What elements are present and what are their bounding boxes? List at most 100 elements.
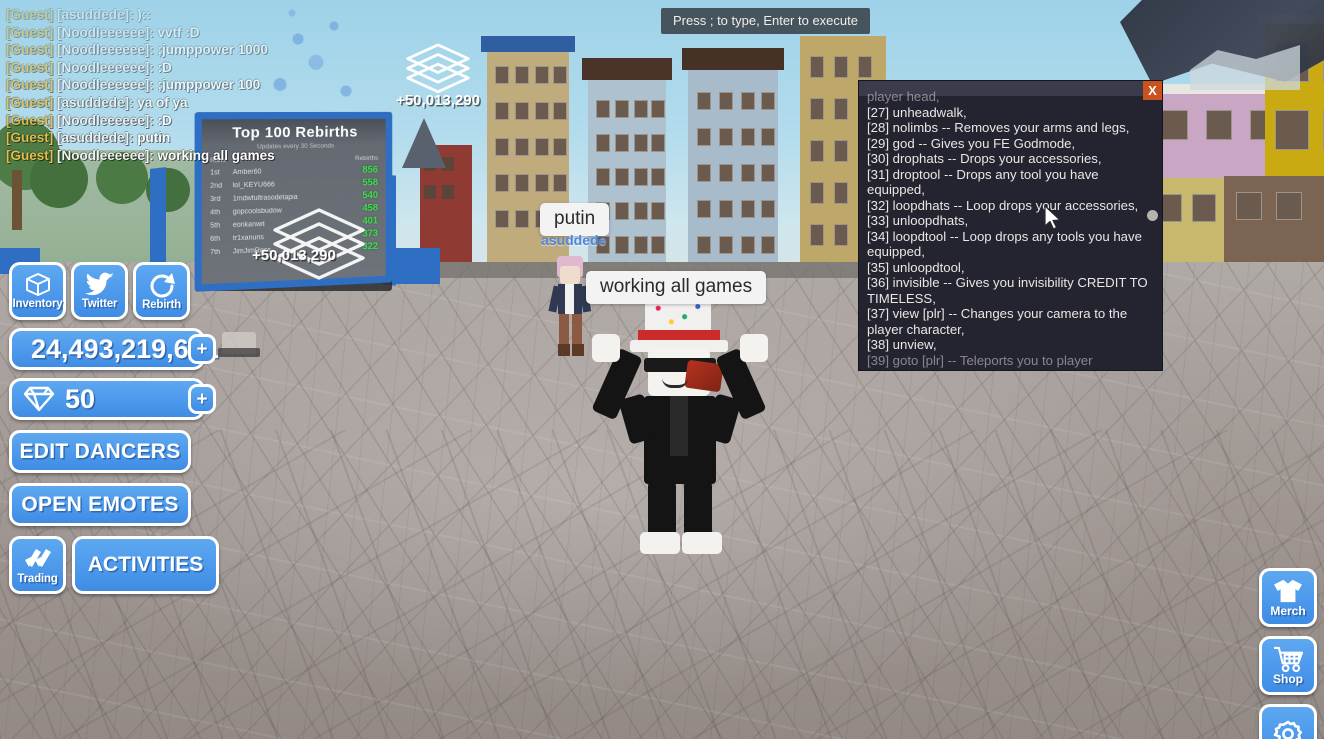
chat-username: [Noodleeeeee]: [57, 24, 158, 40]
sign-cash-popup: +50,013,290 [252, 247, 336, 264]
chat-message: [Guest] [Noodleeeeee]: :D [6, 59, 426, 77]
blue-block [394, 248, 440, 284]
command-hint-banner: Press ; to type, Enter to execute [661, 8, 870, 34]
chat-message: [Guest] [Noodleeeeee]: :D [6, 112, 426, 130]
chat-tag: [Guest] [6, 94, 58, 110]
cash-reward-popup: +50,013,290 [378, 38, 498, 109]
settings-button[interactable] [1259, 704, 1317, 739]
command-list-item[interactable]: [30] drophats -- Drops your accessories, [867, 151, 1148, 167]
building [682, 48, 784, 270]
leaderboard-rank: 7th [210, 248, 221, 257]
command-list-item[interactable]: player head, [867, 89, 1148, 105]
leaderboard-name: Amber60 [232, 168, 262, 177]
shop-label: Shop [1273, 671, 1303, 686]
leaderboard-rank: 3rd [210, 195, 221, 204]
twitter-icon [84, 272, 114, 296]
chat-tag: [Guest] [6, 112, 58, 128]
leaderboard-rank: 2nd [210, 182, 223, 190]
game-screen: Top 100 Rebirths Updates every 30 Second… [0, 0, 1324, 739]
merch-button[interactable]: Merch [1259, 568, 1317, 627]
command-list-item[interactable]: [29] god -- Gives you FE Godmode, [867, 136, 1148, 152]
command-list-item[interactable]: [28] nolimbs -- Removes your arms and le… [867, 120, 1148, 136]
chat-tag: [Guest] [6, 59, 58, 75]
leaderboard-score: 558 [362, 177, 379, 189]
leaderboard-score: 856 [362, 164, 379, 176]
gem-icon [23, 386, 55, 412]
player-avatar [590, 298, 770, 554]
command-list-item[interactable]: [27] unheadwalk, [867, 105, 1148, 121]
chat-text: putin [137, 130, 171, 146]
command-list-panel[interactable]: X player head, [27] unheadwalk, [28] nolim… [858, 80, 1163, 371]
shop-button[interactable]: Shop [1259, 636, 1317, 695]
leaderboard-rank: 5th [210, 222, 221, 230]
leaderboard-rank: 6th [210, 235, 221, 244]
chat-username: [Noodleeeeee]: [57, 147, 158, 163]
leaderboard-name: lol_KEYU666 [232, 181, 275, 190]
activities-button[interactable]: ACTIVITIES [72, 536, 219, 594]
merch-label: Merch [1270, 603, 1306, 618]
edit-dancers-button[interactable]: EDIT DANCERS [9, 430, 191, 473]
right-button-stack: Merch Shop [1259, 568, 1317, 739]
chat-message: [Guest] [asuddede]: ya of ya [6, 94, 426, 112]
building [1224, 176, 1324, 276]
chat-username: [Noodleeeeee]: [57, 112, 158, 128]
cash-counter[interactable]: 24,493,219,641 + [9, 328, 219, 370]
avatar-shirt-detail [670, 396, 688, 456]
scrollbar-thumb[interactable] [1147, 210, 1158, 221]
chat-text: ya of ya [137, 94, 188, 110]
left-hud: Inventory Twitter Rebirth 24,493,219,641… [9, 262, 219, 594]
chat-text: vvtf :D [157, 24, 200, 40]
trading-label: Trading [17, 572, 58, 585]
distant-prop-label [218, 348, 260, 357]
chat-log: [Guest] [asuddede]: ):: [Guest] [Noodleee… [6, 6, 426, 164]
chat-username: [Noodleeeeee]: [57, 77, 158, 93]
chat-username: [Noodleeeeee]: [57, 59, 158, 75]
command-list-item[interactable]: [36] invisible -- Gives you invisibility… [867, 275, 1148, 306]
twitter-button[interactable]: Twitter [71, 262, 128, 320]
cash-reward-amount: +50,013,290 [396, 92, 480, 109]
chat-tag: [Guest] [6, 77, 58, 93]
command-list-item[interactable]: [38] unview, [867, 337, 1148, 353]
cash-add-button[interactable]: + [188, 334, 216, 364]
mouse-cursor [1044, 205, 1061, 230]
avatar-shoe-left [640, 532, 680, 554]
open-emotes-button[interactable]: OPEN EMOTES [9, 483, 191, 526]
command-list-item[interactable]: [34] loopdtool -- Loop drops any tools y… [867, 229, 1148, 260]
leaderboard-rank: 4th [210, 209, 221, 217]
chat-text: ;jumppower 1000 [157, 42, 268, 58]
gems-counter[interactable]: 50 + [9, 378, 216, 420]
chat-username: [asuddede]: [57, 7, 138, 22]
command-list-item[interactable]: [39] goto [plr] -- Teleports you to play… [867, 353, 1148, 369]
gear-icon [1273, 720, 1302, 739]
chat-message: [Guest] [asuddede]: ):: [6, 6, 426, 24]
gems-add-button[interactable]: + [188, 384, 216, 414]
chat-message: [Guest] [asuddede]: putin [6, 129, 426, 147]
shopping-cart-icon [1273, 646, 1303, 672]
trade-arrows-icon [24, 548, 51, 567]
command-list-item[interactable]: [33] unloopdhats, [867, 213, 1148, 229]
command-panel-scrollbar[interactable] [1146, 98, 1159, 368]
rebirth-label: Rebirth [142, 298, 181, 311]
chat-tag: [Guest] [6, 147, 58, 163]
inventory-label: Inventory [12, 298, 63, 310]
tree-trunk [12, 170, 22, 230]
command-list-item[interactable]: [32] loopdhats -- Loop drops your access… [867, 198, 1148, 214]
rebirth-button[interactable]: Rebirth [133, 262, 190, 320]
chat-tag: [Guest] [6, 7, 58, 22]
gems-value: 50 [65, 383, 96, 414]
avatar-shoe-right [682, 532, 722, 554]
chat-text: ;jumppower 100 [157, 77, 261, 93]
chat-message: [Guest] [Noodleeeeee]: ;jumppower 100 [6, 76, 426, 94]
command-list-item[interactable]: [37] view [plr] -- Changes your camera t… [867, 306, 1148, 337]
command-list-item[interactable]: [35] unloopdtool, [867, 260, 1148, 276]
chat-username: [asuddede]: [57, 94, 138, 110]
inventory-button[interactable]: Inventory [9, 262, 66, 320]
command-list[interactable]: player head, [27] unheadwalk, [28] nolimbs… [859, 89, 1162, 370]
chat-username: [Noodleeeeee]: [57, 42, 158, 58]
command-list-item[interactable]: [31] droptool -- Drops any tool you have… [867, 167, 1148, 198]
trading-button[interactable]: Trading [9, 536, 66, 594]
avatar-hand-left [592, 334, 620, 362]
leaderboard-rank: 1st [210, 169, 220, 177]
chat-tag: [Guest] [6, 42, 58, 58]
chat-bubble-other: working all games [586, 271, 767, 304]
